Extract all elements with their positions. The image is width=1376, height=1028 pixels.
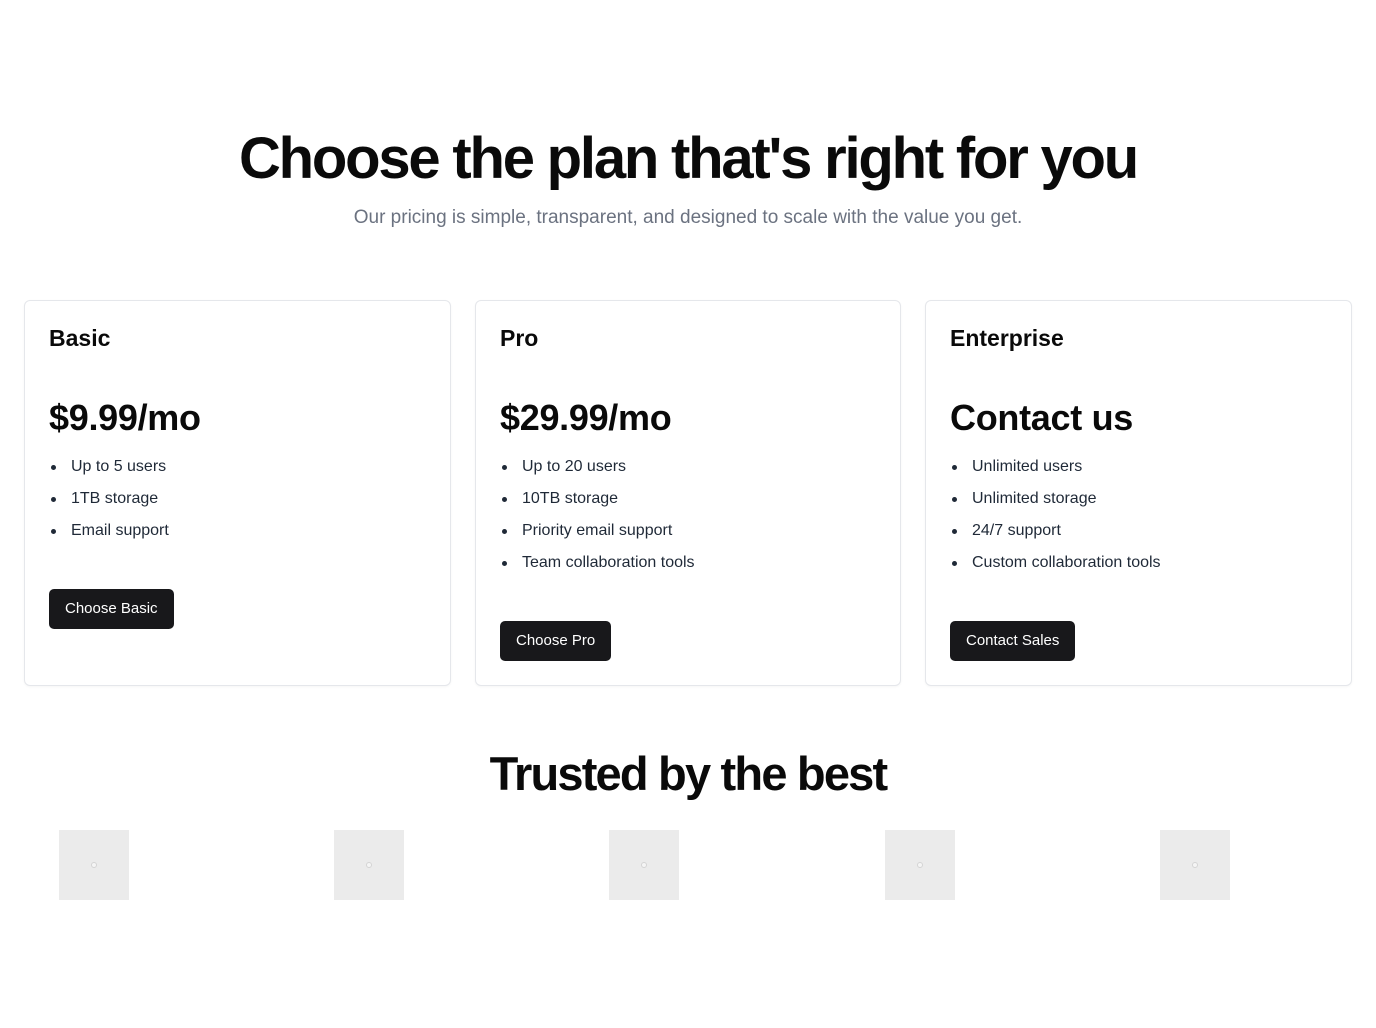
- page-subtitle: Our pricing is simple, transparent, and …: [353, 207, 1023, 228]
- trusted-section-title: Trusted by the best: [489, 747, 889, 800]
- plan-price: $9.99/mo: [49, 397, 201, 438]
- feature-item: Team collaboration tools: [500, 547, 695, 579]
- feature-item: Email support: [49, 515, 169, 547]
- plan-card-pro: Pro $29.99/mo Up to 20 users 10TB storag…: [475, 300, 901, 686]
- feature-list: Unlimited users Unlimited storage 24/7 s…: [950, 451, 1161, 579]
- feature-item: Up to 20 users: [500, 451, 695, 483]
- image-placeholder-icon: [366, 862, 372, 868]
- plan-name: Pro: [500, 325, 539, 351]
- partner-logo-image: [885, 830, 955, 900]
- feature-item: 10TB storage: [500, 483, 695, 515]
- choose-pro-button[interactable]: Choose Pro: [500, 621, 612, 661]
- plan-price: $29.99/mo: [500, 397, 672, 438]
- contact-sales-button[interactable]: Contact Sales: [950, 621, 1076, 661]
- plan-card-enterprise: Enterprise Contact us Unlimited users Un…: [925, 300, 1352, 686]
- plan-price: Contact us: [950, 397, 1134, 438]
- partner-logo-image: [609, 830, 679, 900]
- feature-item: Custom collaboration tools: [950, 547, 1161, 579]
- partner-logo-image: [1160, 830, 1230, 900]
- partner-logo-image: [59, 830, 129, 900]
- pricing-page: Choose the plan that's right for you Our…: [0, 0, 1376, 1028]
- image-placeholder-icon: [91, 862, 97, 868]
- plan-name: Enterprise: [950, 325, 1064, 351]
- feature-item: 1TB storage: [49, 483, 169, 515]
- image-placeholder-icon: [641, 862, 647, 868]
- feature-list: Up to 20 users 10TB storage Priority ema…: [500, 451, 695, 579]
- feature-item: Unlimited users: [950, 451, 1161, 483]
- feature-item: Unlimited storage: [950, 483, 1161, 515]
- feature-item: 24/7 support: [950, 515, 1161, 547]
- image-placeholder-icon: [917, 862, 923, 868]
- plan-name: Basic: [49, 325, 111, 351]
- feature-list: Up to 5 users 1TB storage Email support: [49, 451, 169, 547]
- choose-basic-button[interactable]: Choose Basic: [49, 589, 174, 629]
- partner-logo-image: [334, 830, 404, 900]
- image-placeholder-icon: [1192, 862, 1198, 868]
- page-title: Choose the plan that's right for you: [238, 126, 1139, 191]
- plan-card-basic: Basic $9.99/mo Up to 5 users 1TB storage…: [24, 300, 451, 686]
- feature-item: Priority email support: [500, 515, 695, 547]
- feature-item: Up to 5 users: [49, 451, 169, 483]
